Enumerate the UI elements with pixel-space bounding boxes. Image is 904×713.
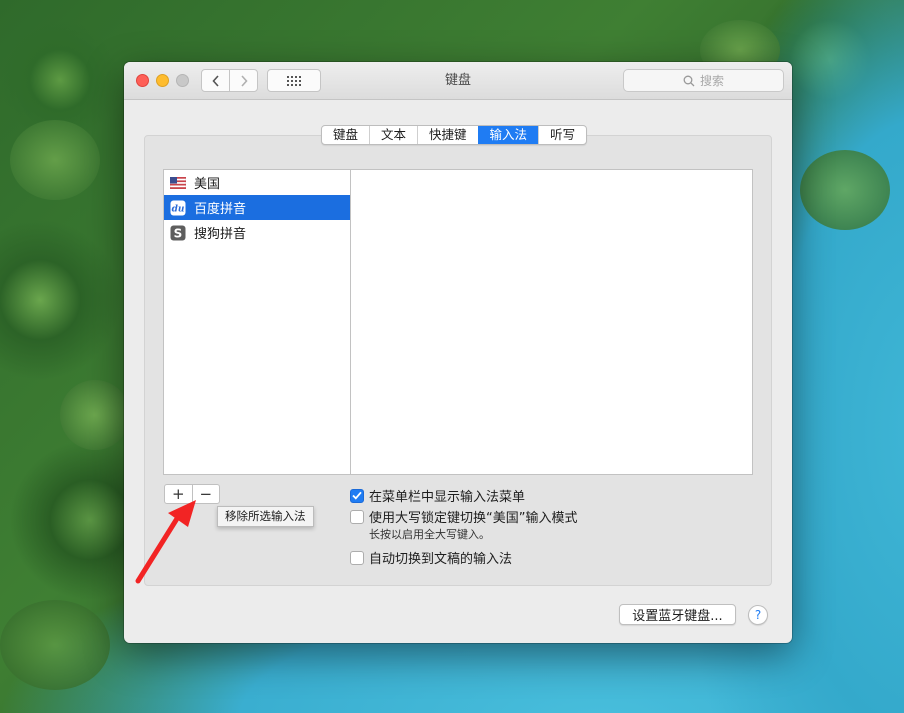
caps-lock-hint: 长按以启用全大写键入。 [369, 528, 490, 541]
search-placeholder: 搜索 [699, 74, 724, 88]
input-source-label: 搜狗拼音 [194, 227, 247, 242]
setup-bluetooth-keyboard-button[interactable]: 设置蓝牙键盘... [619, 604, 736, 625]
search-field[interactable]: 搜索 [623, 69, 784, 92]
show-all-button[interactable] [267, 69, 321, 92]
option-show-menu[interactable]: 在菜单栏中显示输入法菜单 [350, 486, 525, 505]
tab-shortcuts[interactable]: 快捷键 [417, 126, 478, 144]
grid-icon [287, 75, 301, 86]
forward-button[interactable] [229, 70, 257, 91]
chevron-left-icon [211, 74, 219, 87]
search-icon [683, 75, 695, 86]
title-bar: 键盘 搜索 [124, 62, 792, 100]
option-auto-switch[interactable]: 自动切换到文稿的输入法 [350, 548, 512, 567]
checkmark-icon [352, 491, 362, 500]
remove-tooltip: 移除所选输入法 [217, 506, 314, 527]
caps-lock-label: 使用大写锁定键切换“美国”输入模式 [369, 511, 578, 526]
help-button[interactable]: ? [748, 605, 768, 625]
back-button[interactable] [202, 70, 229, 91]
us-flag-icon [170, 175, 186, 191]
show-menu-checkbox[interactable] [350, 488, 364, 503]
sogou-s-icon: S [170, 225, 186, 241]
tab-bar: 键盘 文本 快捷键 输入法 听写 [321, 125, 588, 145]
input-source-list: 美国 du 百度拼音 S 搜狗拼音 [163, 169, 351, 475]
tab-text[interactable]: 文本 [369, 126, 417, 144]
history-navigation [201, 69, 258, 92]
list-item[interactable]: du 百度拼音 [164, 195, 351, 220]
input-source-detail-pane [350, 169, 753, 475]
chevron-right-icon [240, 74, 248, 87]
list-item[interactable]: 美国 [164, 170, 351, 195]
baidu-du-icon: du [170, 200, 186, 216]
svg-text:S: S [174, 226, 183, 240]
auto-switch-checkbox[interactable] [350, 550, 364, 565]
input-source-label: 美国 [194, 177, 221, 192]
option-caps-lock[interactable]: 使用大写锁定键切换“美国”输入模式 [350, 507, 577, 526]
input-source-label: 百度拼音 [194, 202, 247, 217]
tab-keyboard[interactable]: 键盘 [322, 126, 369, 144]
svg-text:du: du [172, 204, 185, 214]
tab-input-sources[interactable]: 输入法 [477, 126, 539, 144]
list-item[interactable]: S 搜狗拼音 [164, 220, 351, 245]
auto-switch-label: 自动切换到文稿的输入法 [369, 552, 513, 567]
caps-lock-checkbox[interactable] [350, 509, 364, 524]
annotation-arrow-icon [135, 500, 196, 584]
show-menu-label: 在菜单栏中显示输入法菜单 [369, 490, 526, 505]
tab-dictation[interactable]: 听写 [538, 126, 586, 144]
keyboard-preferences-window: 键盘 搜索 键盘 文本 快捷键 输入法 听写 美国 du 百度拼音 S 搜狗拼音… [124, 62, 792, 643]
